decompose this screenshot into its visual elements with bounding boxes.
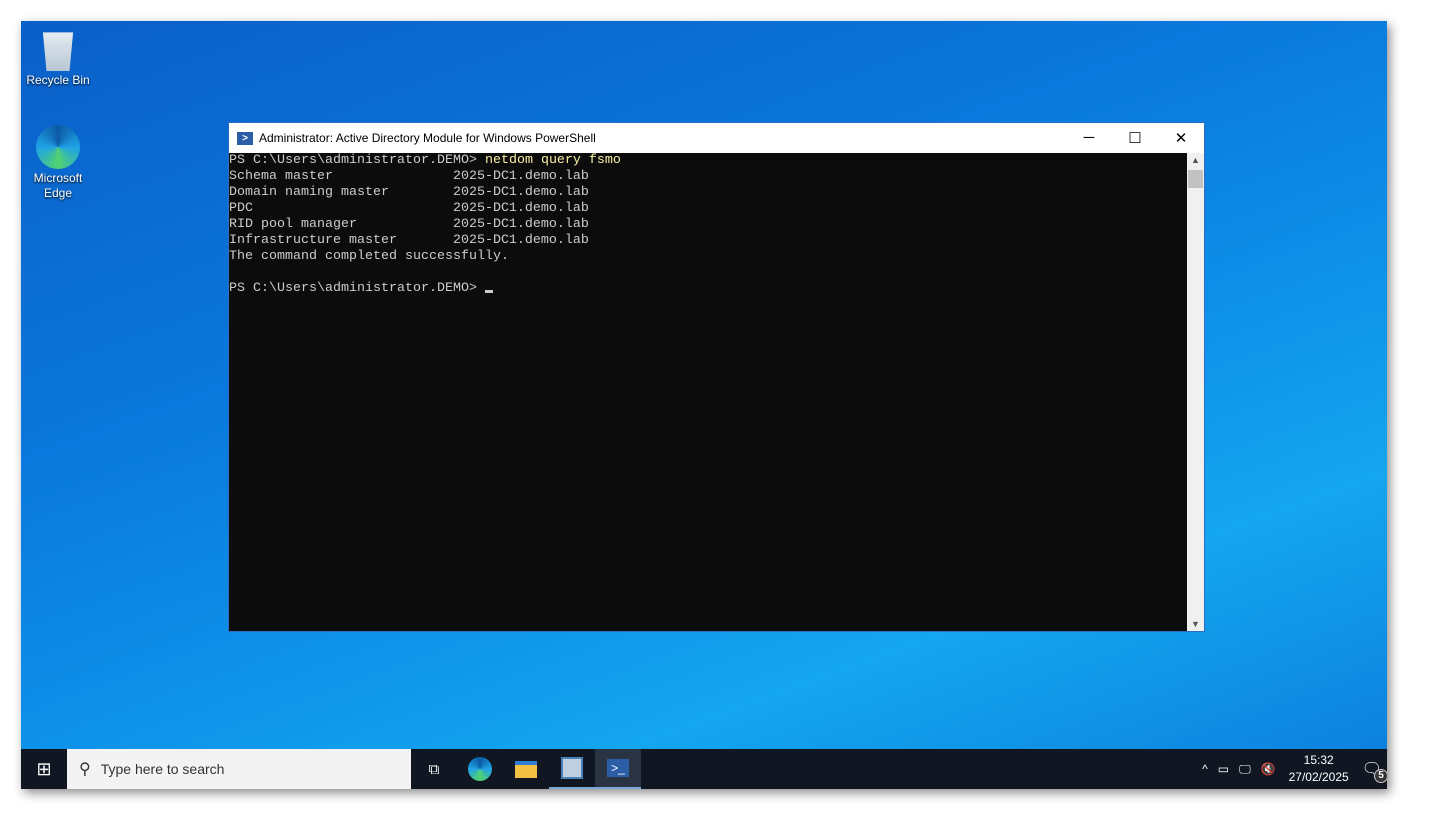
console-output[interactable]: PS C:\Users\administrator.DEMO> netdom q… [229, 153, 1187, 631]
scroll-up-arrow-icon[interactable]: ▲ [1187, 155, 1204, 165]
output-line: Schema master 2025-DC1.demo.lab [229, 169, 589, 184]
prompt: PS C:\Users\administrator.DEMO> [229, 281, 485, 296]
title-bar[interactable]: > Administrator: Active Directory Module… [229, 123, 1204, 153]
scrollbar[interactable]: ▲ ▼ [1187, 153, 1204, 631]
desktop-icon-recycle-bin[interactable]: Recycle Bin [21, 29, 96, 88]
output-line: Infrastructure master 2025-DC1.demo.lab [229, 233, 589, 248]
search-box[interactable]: ⚲ Type here to search [67, 749, 411, 789]
close-button[interactable]: ✕ [1158, 129, 1204, 147]
desktop-icon-label: Recycle Bin [26, 73, 90, 87]
desktop: Recycle Bin Microsoft Edge > Administrat… [21, 21, 1387, 789]
start-button[interactable]: ⊞ [21, 749, 67, 789]
minimize-button[interactable]: ─ [1066, 129, 1112, 147]
taskbar: ⊞ ⚲ Type here to search ⧉ >_ ^ ▭ 🖵 🔇 15:… [21, 749, 1387, 789]
notifications-icon[interactable]: 🗨 5 [1362, 759, 1387, 783]
output-line: Domain naming master 2025-DC1.demo.lab [229, 185, 589, 200]
maximize-button[interactable]: ☐ [1112, 129, 1158, 147]
output-line: The command completed successfully. [229, 249, 509, 264]
search-placeholder: Type here to search [100, 761, 225, 777]
server-manager-icon[interactable] [549, 749, 595, 789]
powershell-icon: > [237, 131, 253, 145]
volume-muted-icon[interactable]: 🔇 [1261, 762, 1276, 776]
window-title: Administrator: Active Directory Module f… [259, 131, 596, 145]
scroll-down-arrow-icon[interactable]: ▼ [1187, 619, 1204, 629]
edge-icon [36, 125, 80, 169]
power-icon[interactable]: ▭ [1218, 762, 1229, 776]
network-icon[interactable]: 🖵 [1239, 762, 1251, 777]
recycle-bin-icon [42, 32, 74, 71]
powershell-taskbar-icon[interactable]: >_ [595, 749, 641, 789]
output-line: PDC 2025-DC1.demo.lab [229, 201, 589, 216]
powershell-window[interactable]: > Administrator: Active Directory Module… [228, 122, 1205, 632]
cursor [484, 290, 493, 293]
file-explorer-icon[interactable] [503, 749, 549, 789]
prompt: PS C:\Users\administrator.DEMO> [229, 153, 485, 168]
date: 27/02/2025 [1288, 770, 1349, 784]
desktop-icon-label: Microsoft Edge [33, 171, 83, 200]
show-hidden-icons-chevron-icon[interactable]: ^ [1202, 762, 1208, 776]
edge-taskbar-icon[interactable] [457, 749, 503, 789]
clock[interactable]: 15:32 27/02/2025 [1289, 752, 1349, 786]
desktop-icon-edge[interactable]: Microsoft Edge [21, 125, 96, 201]
scrollbar-thumb[interactable] [1188, 170, 1203, 188]
task-view-icon[interactable]: ⧉ [411, 749, 457, 789]
notification-count: 5 [1374, 769, 1387, 783]
command-text: netdom query fsmo [484, 153, 621, 168]
search-icon: ⚲ [79, 761, 91, 778]
output-line: RID pool manager 2025-DC1.demo.lab [229, 217, 589, 232]
time: 15:32 [1303, 753, 1334, 767]
